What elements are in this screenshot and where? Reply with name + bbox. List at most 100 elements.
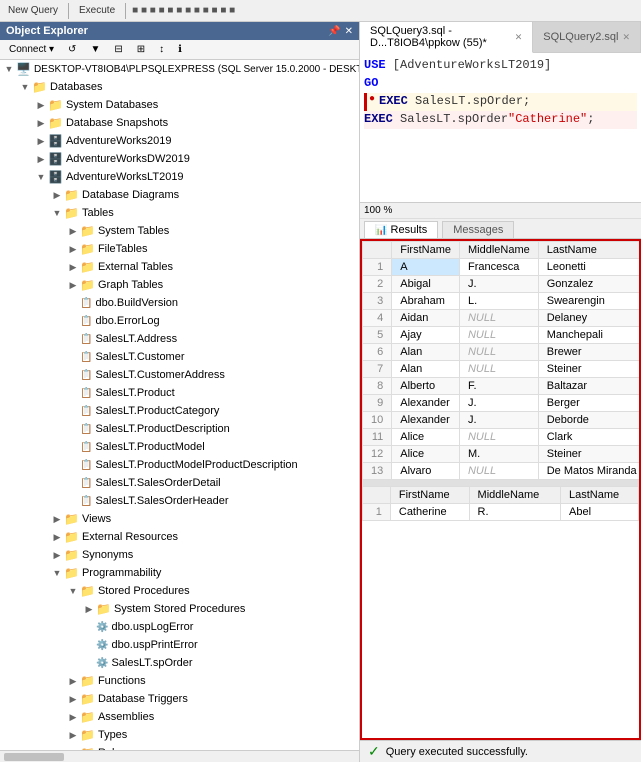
tree-item-system-stored-procedures[interactable]: ▶ 📁 System Stored Procedures <box>0 600 359 618</box>
execute-button[interactable]: Execute <box>75 3 119 18</box>
table-row[interactable]: 8AlbertoF.Baltazar <box>363 378 641 395</box>
tree-item-functions[interactable]: ▶ 📁 Functions <box>0 672 359 690</box>
tree-item-system-tables[interactable]: ▶ 📁 System Tables <box>0 222 359 240</box>
tree-item-views[interactable]: ▶ 📁 Views <box>0 510 359 528</box>
tree-item-graph-tables[interactable]: ▶ 📁 Graph Tables <box>0 276 359 294</box>
expander-external-tables[interactable]: ▶ <box>66 260 80 274</box>
tree-item-sporder[interactable]: ▶ ⚙️ SalesLT.spOrder <box>0 654 359 672</box>
expander-graph-tables[interactable]: ▶ <box>66 278 80 292</box>
expander-db-diagrams[interactable]: ▶ <box>50 188 64 202</box>
connect-button[interactable]: Connect ▾ <box>4 42 59 57</box>
table-row[interactable]: 11AliceNULLClark <box>363 429 641 446</box>
tree-item-stored-procedures[interactable]: ▼ 📁 Stored Procedures <box>0 582 359 600</box>
expander-external-resources[interactable]: ▶ <box>50 530 64 544</box>
oe-collapse-button[interactable]: ⊟ <box>109 42 127 57</box>
tab-query2-close[interactable]: ✕ <box>622 32 630 43</box>
expander-stored-procedures[interactable]: ▼ <box>66 584 80 598</box>
tree-item-address[interactable]: ▶ 📋 SalesLT.Address <box>0 330 359 348</box>
tab-query2[interactable]: SQLQuery2.sql ✕ <box>533 22 641 52</box>
oe-expand-button[interactable]: ⊞ <box>132 42 150 57</box>
salesorderdetail-label: SalesLT.SalesOrderDetail <box>95 477 220 489</box>
oe-filter-button[interactable]: ▼ <box>85 42 105 57</box>
expander-system-tables[interactable]: ▶ <box>66 224 80 238</box>
table-row[interactable]: 4AidanNULLDelaney <box>363 310 641 327</box>
tree-item-db-diagrams[interactable]: ▶ 📁 Database Diagrams <box>0 186 359 204</box>
results-tab-results[interactable]: 📊 Results <box>364 221 438 238</box>
tree-item-system-databases[interactable]: ▶ 📁 System Databases <box>0 96 359 114</box>
results-tab-messages[interactable]: Messages <box>442 221 514 238</box>
oe-refresh-button[interactable]: ↺ <box>63 42 81 57</box>
expander-db-triggers[interactable]: ▶ <box>66 692 80 706</box>
scrollbar-thumb[interactable] <box>4 753 64 761</box>
expander-system-db[interactable]: ▶ <box>34 98 48 112</box>
expander-tables[interactable]: ▼ <box>50 206 64 220</box>
tree-item-uspprinterror[interactable]: ▶ ⚙️ dbo.uspPrintError <box>0 636 359 654</box>
expander-snapshots[interactable]: ▶ <box>34 116 48 130</box>
table-row[interactable]: 12AliceM.Steiner <box>363 446 641 463</box>
server-icon: 🖥️ <box>16 62 31 76</box>
expander-aw2019[interactable]: ▶ <box>34 134 48 148</box>
tree-item-assemblies[interactable]: ▶ 📁 Assemblies <box>0 708 359 726</box>
tree-item-external-tables[interactable]: ▶ 📁 External Tables <box>0 258 359 276</box>
tree-item-tables[interactable]: ▼ 📁 Tables <box>0 204 359 222</box>
tab-query3-close[interactable]: ✕ <box>515 32 523 43</box>
tree-item-errorlog[interactable]: ▶ 📋 dbo.ErrorLog <box>0 312 359 330</box>
tree-item-buildversion[interactable]: ▶ 📋 dbo.BuildVersion <box>0 294 359 312</box>
panel-close-button[interactable]: ✕ <box>345 26 353 37</box>
tree-item-productcategory[interactable]: ▶ 📋 SalesLT.ProductCategory <box>0 402 359 420</box>
tree-item-salesorderdetail[interactable]: ▶ 📋 SalesLT.SalesOrderDetail <box>0 474 359 492</box>
table-row[interactable]: 13AlvaroNULLDe Matos Miranda Filho <box>363 463 641 480</box>
tree-item-synonyms[interactable]: ▶ 📁 Synonyms <box>0 546 359 564</box>
expander-functions[interactable]: ▶ <box>66 674 80 688</box>
databases-icon: 📁 <box>32 80 47 94</box>
table-row[interactable]: 5AjayNULLManchepali <box>363 327 641 344</box>
tree-item-aw2019[interactable]: ▶ 🗄️ AdventureWorks2019 <box>0 132 359 150</box>
table-row[interactable]: 6AlanNULLBrewer <box>363 344 641 361</box>
oe-horizontal-scrollbar[interactable] <box>0 750 359 762</box>
table-row[interactable]: 10AlexanderJ.Deborde <box>363 412 641 429</box>
expander-databases[interactable]: ▼ <box>18 80 32 94</box>
tree-item-productmodel[interactable]: ▶ 📋 SalesLT.ProductModel <box>0 438 359 456</box>
new-query-button[interactable]: New Query <box>4 3 62 18</box>
tree-item-awlt2019[interactable]: ▼ 🗄️ AdventureWorksLT2019 <box>0 168 359 186</box>
expander-synonyms[interactable]: ▶ <box>50 548 64 562</box>
tree-item-programmability[interactable]: ▼ 📁 Programmability <box>0 564 359 582</box>
tree-item-product[interactable]: ▶ 📋 SalesLT.Product <box>0 384 359 402</box>
tree-item-types[interactable]: ▶ 📁 Types <box>0 726 359 744</box>
tab-query3[interactable]: SQLQuery3.sql - D...T8IOB4\ppkow (55)* ✕ <box>360 22 533 53</box>
expander-views[interactable]: ▶ <box>50 512 64 526</box>
tree-item-server[interactable]: ▼ 🖥️ DESKTOP-VT8IOB4\PLPSQLEXPRESS (SQL … <box>0 60 359 78</box>
tree-item-customeraddress[interactable]: ▶ 📋 SalesLT.CustomerAddress <box>0 366 359 384</box>
expander-awlt2019[interactable]: ▼ <box>34 170 48 184</box>
aw2019-icon: 🗄️ <box>48 134 63 148</box>
tree-item-productdescription[interactable]: ▶ 📋 SalesLT.ProductDescription <box>0 420 359 438</box>
tree-item-awdw2019[interactable]: ▶ 🗄️ AdventureWorksDW2019 <box>0 150 359 168</box>
tree-item-databases[interactable]: ▼ 📁 Databases <box>0 78 359 96</box>
table-row[interactable]: 7AlanNULLSteiner <box>363 361 641 378</box>
expander-filetables[interactable]: ▶ <box>66 242 80 256</box>
expander-programmability[interactable]: ▼ <box>50 566 64 580</box>
expander-system-stored-procedures[interactable]: ▶ <box>82 602 96 616</box>
table-row[interactable]: 1CatherineR.Abel <box>363 504 639 521</box>
expander-types[interactable]: ▶ <box>66 728 80 742</box>
panel-pin-button[interactable]: 📌 <box>328 26 340 37</box>
tree-item-filetables[interactable]: ▶ 📁 FileTables <box>0 240 359 258</box>
oe-sync-button[interactable]: ↕ <box>154 42 169 57</box>
table-row[interactable]: 1AFrancescaLeonetti <box>363 259 641 276</box>
table-row[interactable]: 9AlexanderJ.Berger <box>363 395 641 412</box>
expander-assemblies[interactable]: ▶ <box>66 710 80 724</box>
tree-item-db-triggers[interactable]: ▶ 📁 Database Triggers <box>0 690 359 708</box>
oe-properties-button[interactable]: ℹ <box>173 42 187 57</box>
connect-bar: Connect ▾ ↺ ▼ ⊟ ⊞ ↕ ℹ <box>0 40 359 60</box>
tree-item-customer[interactable]: ▶ 📋 SalesLT.Customer <box>0 348 359 366</box>
table-row[interactable]: 3AbrahamL.Swearengin <box>363 293 641 310</box>
tree-item-external-resources[interactable]: ▶ 📁 External Resources <box>0 528 359 546</box>
tree-item-usplogError[interactable]: ▶ ⚙️ dbo.uspLogError <box>0 618 359 636</box>
tree-item-productmodelpd[interactable]: ▶ 📋 SalesLT.ProductModelProductDescripti… <box>0 456 359 474</box>
expander-awdw2019[interactable]: ▶ <box>34 152 48 166</box>
sql-editor[interactable]: USE [AdventureWorksLT2019] GO ● EXEC Sal… <box>360 53 641 203</box>
expander-server[interactable]: ▼ <box>2 62 16 76</box>
tree-item-salesorderheader[interactable]: ▶ 📋 SalesLT.SalesOrderHeader <box>0 492 359 510</box>
table-row[interactable]: 2AbigalJ.Gonzalez <box>363 276 641 293</box>
tree-item-db-snapshots[interactable]: ▶ 📁 Database Snapshots <box>0 114 359 132</box>
